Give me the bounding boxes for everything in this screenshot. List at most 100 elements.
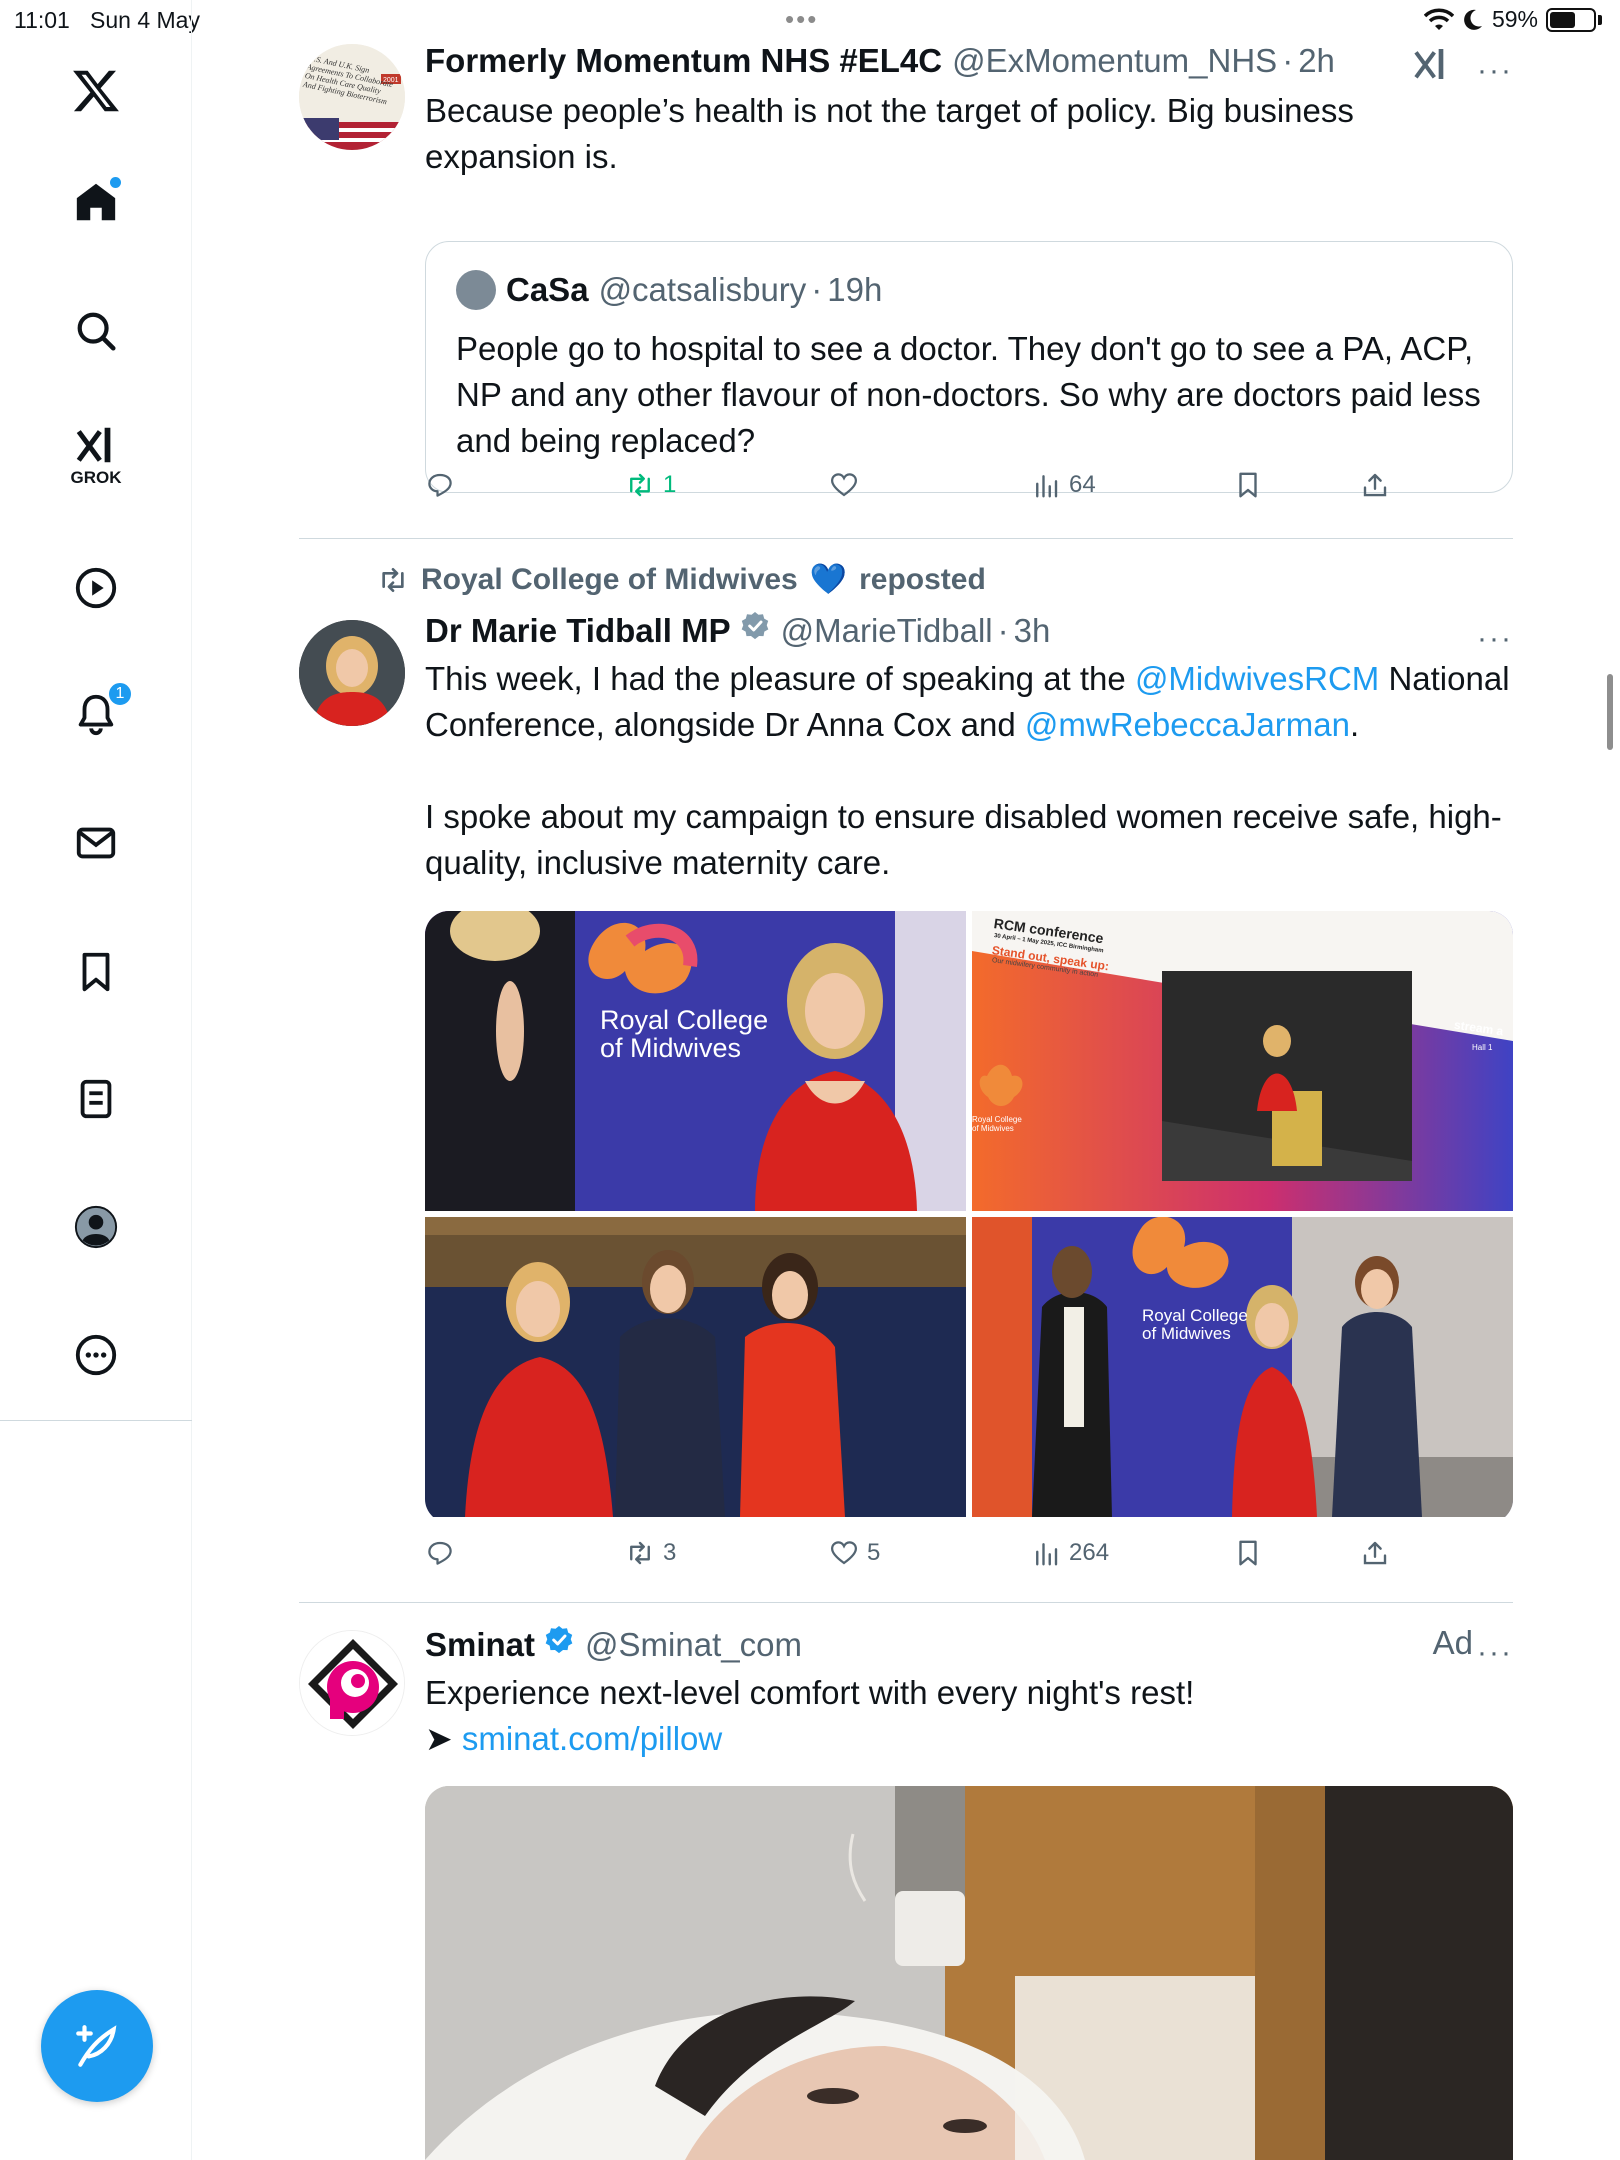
wifi-icon bbox=[1423, 8, 1454, 30]
x-logo[interactable] bbox=[61, 56, 131, 126]
quote-time[interactable]: 19h bbox=[827, 271, 882, 309]
ad-label: Ad bbox=[1432, 1624, 1473, 1661]
quote-author-name[interactable]: CaSa bbox=[506, 271, 589, 309]
bookmark-icon bbox=[1239, 1540, 1257, 1566]
home-unread-dot bbox=[110, 177, 121, 188]
battery-cap bbox=[1598, 14, 1602, 25]
repost-indicator[interactable]: Royal College of Midwives 💙 reposted bbox=[377, 562, 986, 597]
play-circle-icon bbox=[75, 567, 117, 609]
tweet-body: Sminat @Sminat_com Experience next-level… bbox=[425, 1624, 1513, 1762]
compose-button[interactable] bbox=[41, 1990, 153, 2102]
author-handle[interactable]: @Sminat_com bbox=[585, 1626, 802, 1664]
share-button[interactable] bbox=[1360, 1538, 1390, 1568]
repost-count: 3 bbox=[663, 1539, 677, 1566]
repost-button[interactable]: 1 bbox=[625, 470, 676, 500]
photo-group-rcm bbox=[972, 1217, 1513, 1517]
nav-video[interactable] bbox=[61, 553, 131, 623]
mention-link[interactable]: @MidwivesRCM bbox=[1135, 660, 1379, 697]
nav-notifications[interactable]: 1 bbox=[61, 679, 133, 749]
photo-3[interactable] bbox=[425, 1217, 966, 1517]
separator-dot: · bbox=[997, 612, 1009, 649]
nav-explore[interactable] bbox=[61, 296, 131, 366]
views-button[interactable]: 264 bbox=[1031, 1538, 1109, 1568]
status-indicators: 59% bbox=[1423, 6, 1602, 33]
photo-4[interactable]: Royal College of Midwives bbox=[972, 1217, 1513, 1517]
ad-link[interactable]: sminat.com/pillow bbox=[462, 1720, 722, 1757]
author-name[interactable]: Sminat bbox=[425, 1626, 535, 1664]
repost-icon bbox=[382, 567, 404, 592]
share-icon bbox=[1363, 1541, 1387, 1565]
more-circle-icon bbox=[75, 1334, 117, 1376]
quote-author-handle[interactable]: @catsalisbury bbox=[599, 271, 807, 309]
bookmark-icon bbox=[82, 952, 110, 992]
photo-2[interactable]: RCM conference 30 April – 1 May 2025, IC… bbox=[972, 911, 1513, 1211]
repost-button[interactable]: 3 bbox=[625, 1538, 676, 1568]
mention-link[interactable]: @mwRebeccaJarman bbox=[1025, 706, 1350, 743]
scrollbar[interactable] bbox=[1607, 674, 1613, 750]
verified-badge-icon bbox=[741, 612, 768, 640]
avatar[interactable] bbox=[299, 620, 405, 726]
tweet-divider bbox=[299, 1602, 1513, 1603]
bookmark-button[interactable] bbox=[1233, 470, 1263, 500]
views-chart-icon bbox=[1036, 1543, 1058, 1566]
nav-messages[interactable] bbox=[61, 808, 131, 878]
nav-lists[interactable] bbox=[61, 1064, 131, 1134]
nav-home[interactable] bbox=[61, 167, 131, 237]
reply-icon bbox=[428, 1541, 452, 1565]
grok-explain-button[interactable] bbox=[1411, 44, 1451, 89]
reply-button[interactable] bbox=[425, 1538, 463, 1568]
status-bar: 11:01 Sun 4 May ••• 59% bbox=[0, 0, 1620, 40]
reposter-name[interactable]: Royal College of Midwives bbox=[421, 563, 798, 597]
battery-fill bbox=[1550, 11, 1575, 28]
list-icon bbox=[80, 1079, 112, 1119]
quote-header: CaSa @catsalisbury · 19h bbox=[456, 270, 882, 310]
view-count: 264 bbox=[1069, 1539, 1110, 1566]
nav-grok[interactable]: GROK bbox=[61, 420, 131, 490]
more-options-button[interactable]: ··· bbox=[1477, 54, 1513, 88]
tweet-header: Dr Marie Tidball MP @MarieTidball · 3h bbox=[425, 610, 1513, 654]
quoted-tweet[interactable]: CaSa @catsalisbury · 19h People go to ho… bbox=[425, 241, 1513, 493]
more-options-button[interactable]: ··· bbox=[1477, 1636, 1513, 1670]
sidebar-divider bbox=[0, 1420, 192, 1421]
repost-icon bbox=[630, 1541, 650, 1565]
like-button[interactable] bbox=[829, 470, 867, 500]
reply-button[interactable] bbox=[425, 470, 463, 500]
tweet-divider bbox=[299, 538, 1513, 539]
grok-icon bbox=[76, 427, 111, 463]
tweet-actions: 1 64 bbox=[425, 470, 1425, 520]
author-handle[interactable]: @ExMomentum_NHS bbox=[952, 42, 1277, 80]
envelope-icon bbox=[76, 827, 116, 859]
moon-icon bbox=[1464, 9, 1482, 30]
nav-bookmarks[interactable] bbox=[61, 937, 131, 1007]
banner-text: Royal College of Midwives bbox=[1142, 1306, 1248, 1343]
tweet-time[interactable]: 3h bbox=[1014, 612, 1051, 650]
avatar[interactable] bbox=[299, 1630, 405, 1736]
view-count: 64 bbox=[1069, 471, 1096, 498]
more-options-button[interactable]: ··· bbox=[1477, 622, 1513, 656]
tweet-body: Dr Marie Tidball MP @MarieTidball · 3h T… bbox=[425, 610, 1513, 886]
video-frame-sleeping-person bbox=[425, 1786, 1513, 2160]
author-name[interactable]: Formerly Momentum NHS #EL4C bbox=[425, 42, 942, 80]
bookmark-icon bbox=[1239, 472, 1257, 498]
bookmark-button[interactable] bbox=[1233, 1538, 1263, 1568]
author-handle[interactable]: @MarieTidball bbox=[781, 612, 993, 650]
stage-logo-text: Royal College of Midwives bbox=[972, 1115, 1022, 1133]
avatar[interactable]: 2001 U.S. And U.K. Sign Agreements To Co… bbox=[299, 44, 405, 150]
battery-percent: 59% bbox=[1491, 6, 1538, 32]
battery-icon bbox=[1546, 7, 1596, 32]
sidebar: GROK 1 bbox=[0, 0, 192, 2160]
quote-text: People go to hospital to see a doctor. T… bbox=[456, 330, 1481, 459]
author-name[interactable]: Dr Marie Tidball MP bbox=[425, 612, 731, 650]
share-button[interactable] bbox=[1360, 470, 1390, 500]
multitasking-dots[interactable]: ••• bbox=[785, 4, 818, 35]
nav-more[interactable] bbox=[61, 1320, 131, 1390]
grok-icon bbox=[1414, 49, 1444, 79]
like-button[interactable]: 5 bbox=[829, 1538, 880, 1568]
tweet[interactable]: 2001 U.S. And U.K. Sign Agreements To Co… bbox=[299, 42, 1513, 538]
views-button[interactable]: 64 bbox=[1031, 470, 1096, 500]
tweet-time[interactable]: 2h bbox=[1298, 42, 1335, 80]
quote-avatar[interactable] bbox=[456, 270, 496, 310]
nav-profile[interactable] bbox=[61, 1192, 131, 1262]
ad-video[interactable] bbox=[425, 1786, 1513, 2160]
photo-1[interactable]: Royal College of Midwives bbox=[425, 911, 966, 1211]
